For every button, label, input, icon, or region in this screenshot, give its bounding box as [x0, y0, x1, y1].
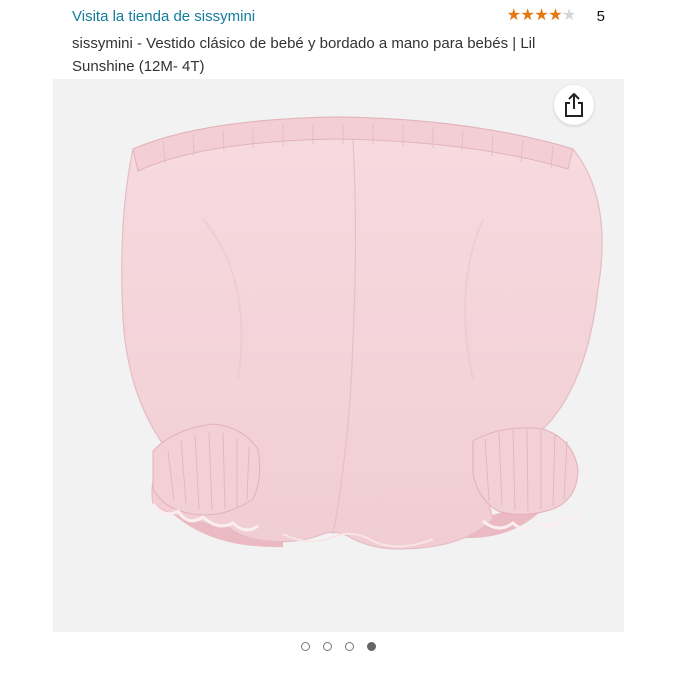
pink-bloomers-image	[121, 116, 603, 550]
visit-store-link[interactable]: Visita la tienda de sissymini	[72, 8, 255, 25]
image-pagination-dots	[0, 642, 677, 651]
pagination-dot[interactable]	[323, 642, 332, 651]
product-image[interactable]	[53, 79, 624, 632]
rating-stars-icon: ★★★★★ ★★★★★	[506, 7, 577, 24]
pagination-dot[interactable]	[345, 642, 354, 651]
star-rating[interactable]: ★★★★★ ★★★★★ 5	[507, 7, 605, 25]
product-title: sissymini - Vestido clásico de bebé y bo…	[72, 35, 536, 75]
rating-count[interactable]: 5	[597, 8, 605, 25]
share-icon	[565, 93, 583, 117]
share-button[interactable]	[554, 85, 594, 125]
pagination-dot[interactable]	[367, 642, 376, 651]
pagination-dot[interactable]	[301, 642, 310, 651]
